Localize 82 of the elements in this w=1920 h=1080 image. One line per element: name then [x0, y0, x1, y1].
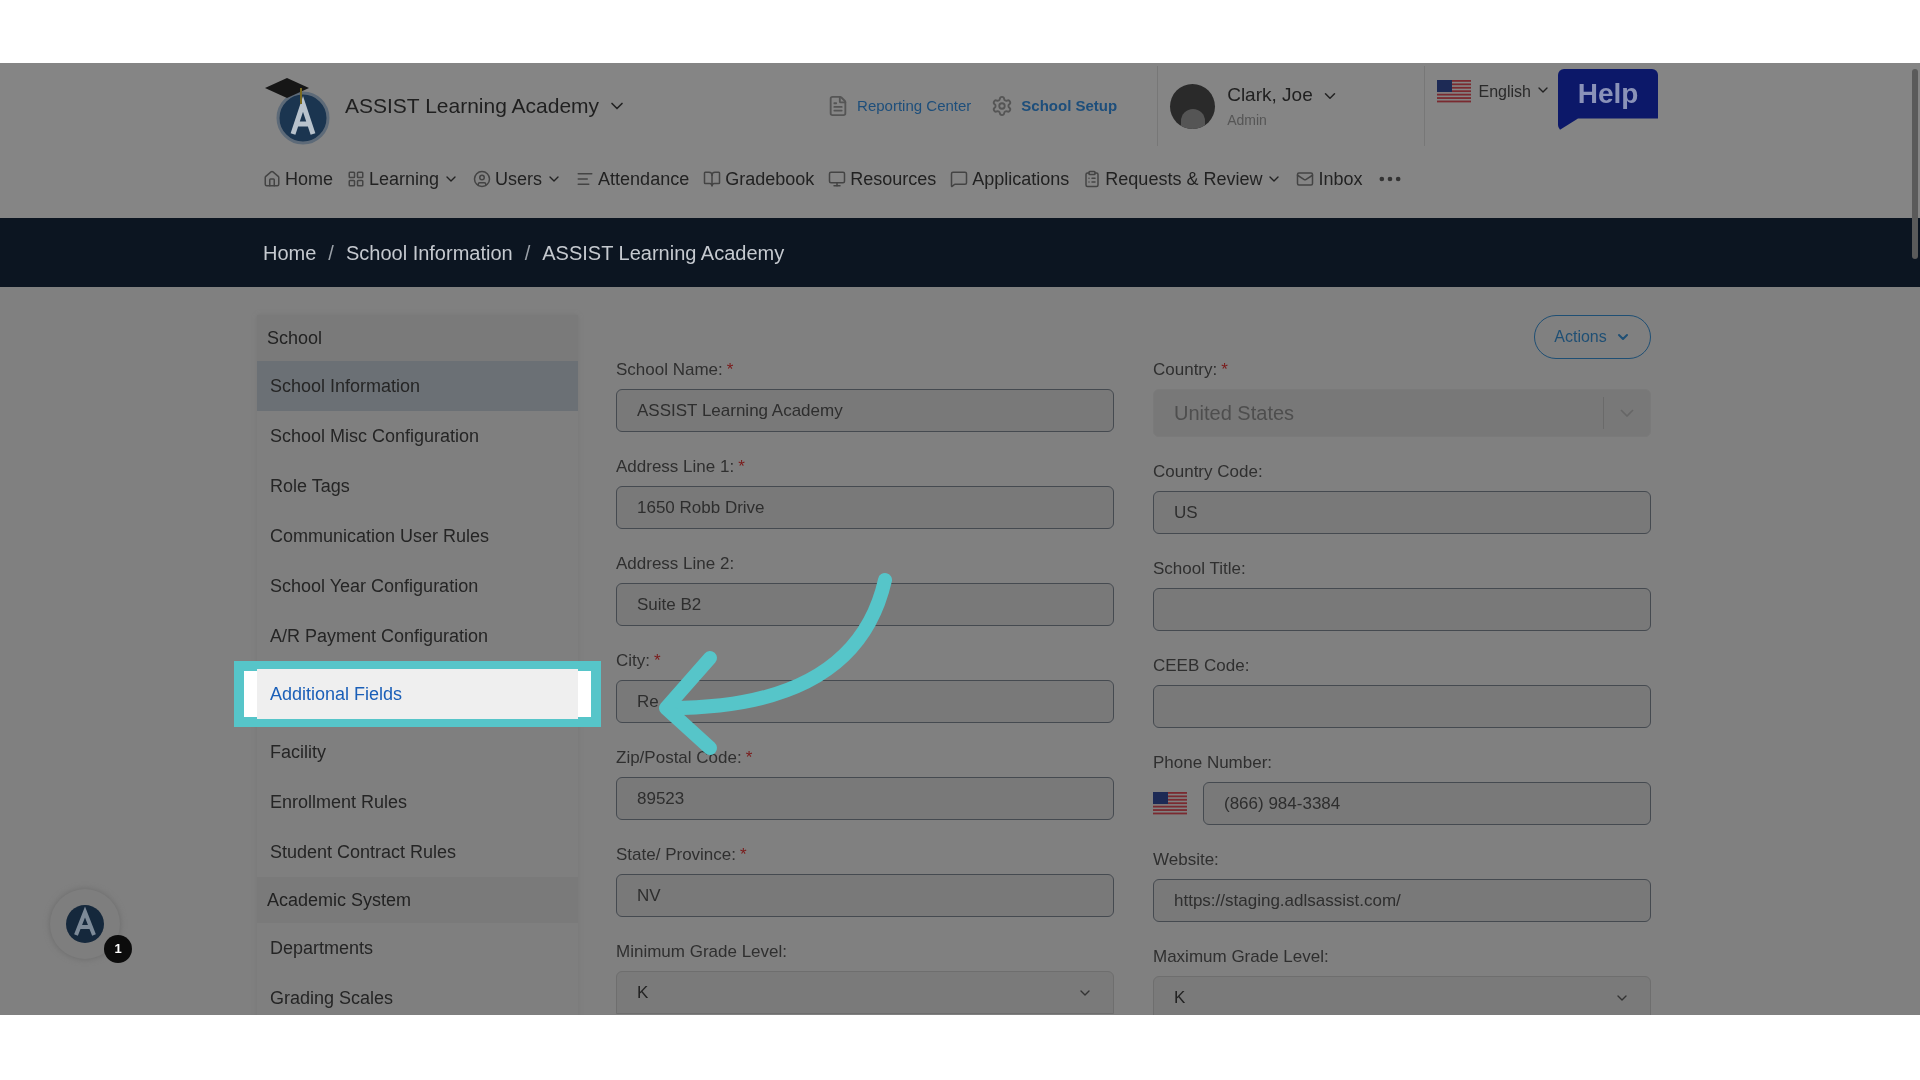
sidebar-item[interactable]: School Information — [257, 361, 578, 411]
text-field[interactable]: https://staging.adlsassist.com/ — [1153, 879, 1651, 922]
text-field[interactable]: ASSIST Learning Academy — [616, 389, 1114, 432]
sidebar-item[interactable]: A/R Payment Configuration — [257, 611, 578, 661]
field-label: Minimum Grade Level: — [616, 941, 787, 963]
nav-link[interactable]: Home — [263, 165, 333, 193]
nav-link[interactable]: Learning — [347, 165, 460, 193]
help-button[interactable]: Help — [1558, 69, 1658, 131]
required-mark: * — [1221, 359, 1228, 381]
field-label: CEEB Code: — [1153, 655, 1250, 677]
header-link[interactable]: Reporting Center — [827, 94, 972, 118]
text-field[interactable]: NV — [616, 874, 1114, 917]
sidebar-item[interactable]: Grading Scales — [257, 973, 578, 1015]
user-icon — [473, 170, 492, 188]
school-name: ASSIST Learning Academy — [345, 93, 600, 120]
envelope-icon — [1296, 170, 1315, 188]
monitor-icon — [828, 170, 847, 188]
avatar[interactable] — [1170, 83, 1216, 129]
phone-field[interactable]: (866) 984-3384 — [1203, 782, 1651, 825]
text-field[interactable] — [1153, 588, 1651, 631]
sidebar-item[interactable]: Enrollment Rules — [257, 777, 578, 827]
gear-icon — [991, 95, 1014, 117]
nav-link[interactable]: Resources — [828, 165, 937, 193]
nav-link[interactable]: Requests & Review — [1083, 165, 1283, 193]
sidebar-section-header: Academic System — [257, 877, 578, 923]
field-label: School Title: — [1153, 558, 1246, 580]
speech-bubble-icon — [950, 170, 969, 188]
language-selector[interactable]: English — [1478, 80, 1531, 104]
breadcrumb-link[interactable]: Home — [263, 237, 317, 268]
text-field[interactable]: US — [1153, 491, 1651, 534]
sidebar-item[interactable]: Facility — [257, 727, 578, 777]
sidebar-item[interactable]: Departments — [257, 923, 578, 973]
lines-icon — [576, 170, 595, 188]
sidebar-item[interactable]: Communication User Rules — [257, 511, 578, 561]
field-label: Website: — [1153, 849, 1219, 871]
required-mark: * — [740, 844, 747, 866]
nav-link[interactable]: Users — [473, 165, 563, 193]
field-label: Address Line 1: — [616, 456, 735, 478]
field-label: Zip/Postal Code: — [616, 747, 742, 769]
nav-link[interactable]: Attendance — [576, 165, 690, 193]
field-label: Country: — [1153, 359, 1218, 381]
sidebar-item[interactable]: School Year Configuration — [257, 561, 578, 611]
breadcrumb-separator: / — [328, 240, 334, 266]
book-icon — [703, 170, 722, 188]
logo-icon — [64, 903, 106, 945]
sidebar-item[interactable]: Role Tags — [257, 461, 578, 511]
nav-link[interactable]: Applications — [950, 165, 1070, 193]
required-mark: * — [745, 747, 753, 769]
header-link[interactable]: School Setup — [991, 94, 1118, 118]
grid-icon — [347, 170, 365, 188]
field-label: School Name: — [616, 359, 723, 381]
notification-badge: 1 — [104, 935, 132, 963]
required-mark: * — [654, 650, 661, 672]
text-field[interactable] — [1153, 685, 1651, 728]
text-field[interactable]: 1650 Robb Drive — [616, 486, 1114, 529]
user-name[interactable]: Clark, Joe — [1227, 81, 1313, 110]
chat-launcher[interactable] — [50, 889, 120, 959]
field-label: Country Code: — [1153, 461, 1263, 483]
sidebar-item[interactable]: Student Contract Rules — [257, 827, 578, 877]
sidebar-section-header: School — [257, 315, 578, 361]
required-mark: * — [726, 359, 734, 381]
breadcrumb-link[interactable]: School Information — [345, 237, 513, 268]
required-mark: * — [738, 456, 745, 478]
us-flag-icon — [1436, 80, 1471, 104]
nav-link[interactable]: Inbox — [1296, 165, 1363, 193]
dropdown-field[interactable]: K — [616, 971, 1114, 1014]
text-field[interactable]: Suite B2 — [616, 583, 1114, 626]
house-icon — [263, 170, 281, 188]
nav-link[interactable]: Gradebook — [703, 165, 815, 193]
sidebar-item[interactable]: School Misc Configuration — [257, 411, 578, 461]
breadcrumb-link[interactable]: ASSIST Learning Academy — [542, 237, 785, 268]
breadcrumb-separator: / — [524, 240, 531, 266]
sidebar-item[interactable]: Additional Fields — [257, 669, 578, 719]
clipboard-icon — [1083, 170, 1102, 188]
field-label: Maximum Grade Level: — [1153, 946, 1329, 968]
field-label: City: — [616, 650, 650, 672]
field-label: State/ Province: — [616, 844, 736, 866]
field-label: Address Line 2: — [616, 553, 735, 575]
text-field[interactable]: 89523 — [616, 777, 1114, 820]
dropdown-field[interactable]: K — [1153, 976, 1651, 1015]
field-label: Phone Number: — [1153, 752, 1273, 774]
us-flag-icon — [1153, 791, 1187, 816]
